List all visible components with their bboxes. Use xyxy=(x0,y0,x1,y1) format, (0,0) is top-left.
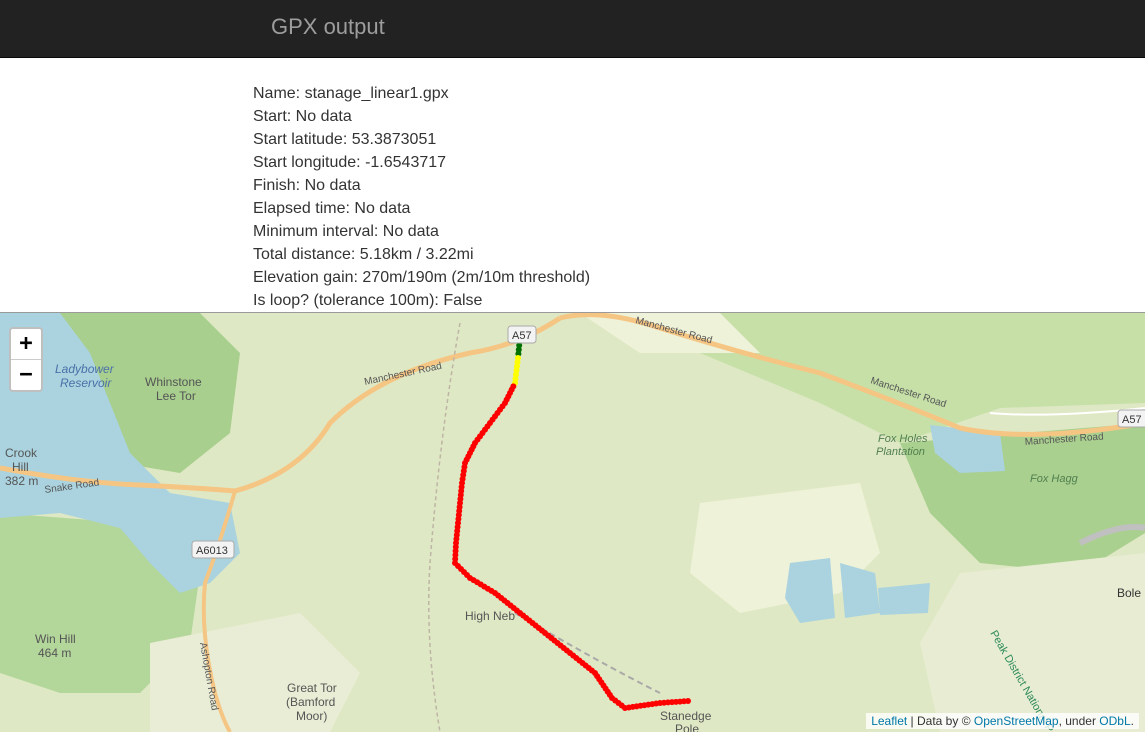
zoom-out-button[interactable]: − xyxy=(11,359,41,390)
zoom-in-button[interactable]: + xyxy=(11,329,41,359)
map[interactable]: Ladybower Reservoir Whinstone Lee Tor Cr… xyxy=(0,312,1145,732)
osm-link[interactable]: OpenStreetMap xyxy=(974,714,1059,728)
label-hill: Hill xyxy=(12,460,29,474)
info-elapsed-time: Elapsed time: No data xyxy=(253,197,590,220)
label-ladybower: Ladybower xyxy=(55,362,115,376)
label-stanedge: Stanedge xyxy=(660,709,712,723)
label-lee-tor: Lee Tor xyxy=(156,389,196,403)
odbl-link[interactable]: ODbL xyxy=(1099,714,1130,728)
map-attribution: Leaflet | Data by © OpenStreetMap, under… xyxy=(866,713,1139,729)
label-a57-east: A57 xyxy=(1122,414,1142,426)
info-start-latitude: Start latitude: 53.3873051 xyxy=(253,128,590,151)
label-great-tor: Great Tor xyxy=(287,681,337,695)
label-win-elevation: 464 m xyxy=(38,646,71,660)
label-fox-hagg: Fox Hagg xyxy=(1030,473,1079,485)
label-crook-elevation: 382 m xyxy=(5,474,38,488)
info-finish: Finish: No data xyxy=(253,174,590,197)
gpx-info: Name: stanage_linear1.gpx Start: No data… xyxy=(253,82,590,312)
label-whinstone: Whinstone xyxy=(145,375,202,389)
navbar: GPX output xyxy=(0,0,1145,58)
label-bamford: (Bamford xyxy=(286,695,335,709)
info-minimum-interval: Minimum interval: No data xyxy=(253,220,590,243)
info-total-distance: Total distance: 5.18km / 3.22mi xyxy=(253,243,590,266)
label-win-hill: Win Hill xyxy=(35,632,76,646)
label-a6013: A6013 xyxy=(196,545,228,557)
label-plantation: Plantation xyxy=(876,446,925,458)
label-crook: Crook xyxy=(5,446,38,460)
attribution-text: , under xyxy=(1059,714,1100,728)
info-start-longitude: Start longitude: -1.6543717 xyxy=(253,151,590,174)
label-high-neb: High Neb xyxy=(465,609,515,623)
map-tiles[interactable]: Ladybower Reservoir Whinstone Lee Tor Cr… xyxy=(0,313,1145,732)
info-elevation-gain: Elevation gain: 270m/190m (2m/10m thresh… xyxy=(253,266,590,289)
label-reservoir: Reservoir xyxy=(60,376,112,390)
label-fox-holes: Fox Holes xyxy=(878,433,928,445)
leaflet-link[interactable]: Leaflet xyxy=(871,714,907,728)
info-is-loop: Is loop? (tolerance 100m): False xyxy=(253,289,590,312)
attribution-text: | Data by © xyxy=(907,714,974,728)
info-start: Start: No data xyxy=(253,105,590,128)
label-bole: Bole xyxy=(1117,586,1141,600)
info-name: Name: stanage_linear1.gpx xyxy=(253,82,590,105)
brand-title[interactable]: GPX output xyxy=(271,14,385,40)
track-point xyxy=(685,698,691,704)
zoom-control: + − xyxy=(9,327,43,392)
attribution-text: . xyxy=(1131,714,1134,728)
pond xyxy=(878,583,930,615)
label-a57: A57 xyxy=(512,330,532,342)
label-moor: Moor) xyxy=(296,709,327,723)
